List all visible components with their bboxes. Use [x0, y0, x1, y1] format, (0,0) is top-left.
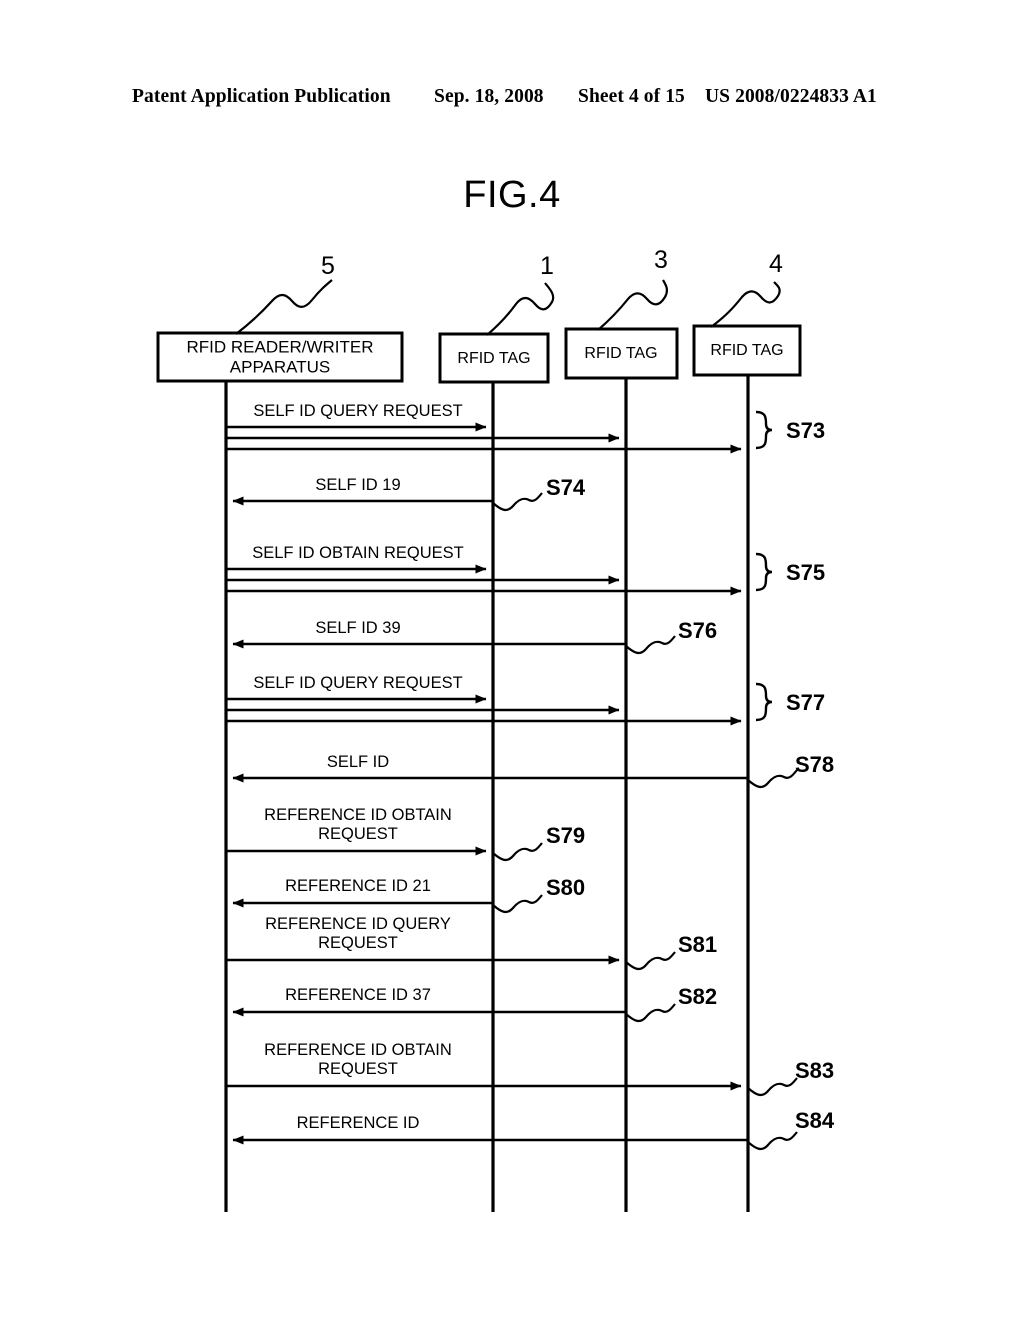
leader-squiggle-s80: [492, 894, 543, 914]
message-s74: SELF ID 19 S74: [232, 475, 586, 512]
message-label-s73: SELF ID QUERY REQUEST: [253, 402, 462, 420]
brace-s73: [755, 410, 773, 450]
ref-num-1-text: 1: [540, 252, 554, 280]
reference-numeral-4: 4: [710, 250, 783, 328]
leader-squiggle-s81: [625, 951, 676, 971]
step-label-s79: S79: [546, 823, 585, 848]
message-s77: SELF ID QUERY REQUEST S77: [226, 674, 825, 726]
message-s76: SELF ID 39 S76: [232, 618, 717, 655]
message-label-s77: SELF ID QUERY REQUEST: [253, 674, 462, 692]
leader-squiggle-s83: [747, 1077, 798, 1097]
leader-squiggle-s84: [747, 1131, 798, 1151]
message-label-s79-line1: REFERENCE ID OBTAIN: [264, 806, 452, 824]
participant-box-reader: RFID READER/WRITER APPARATUS: [156, 331, 404, 383]
step-label-s74: S74: [546, 475, 586, 500]
step-label-s77: S77: [786, 690, 825, 715]
leader-squiggle-s78: [747, 769, 798, 789]
participant-label-reader-line2: APPARATUS: [230, 357, 330, 376]
message-label-s83-line1: REFERENCE ID OBTAIN: [264, 1041, 452, 1059]
step-label-s80: S80: [546, 875, 585, 900]
message-s79: REFERENCE ID OBTAIN REQUEST S79: [226, 806, 585, 862]
step-label-s76: S76: [678, 618, 717, 643]
message-label-s81-line2: REQUEST: [318, 934, 398, 952]
message-label-s83-line2: REQUEST: [318, 1060, 398, 1078]
step-label-s73: S73: [786, 418, 825, 443]
reference-numeral-3: 3: [597, 246, 669, 331]
message-s84: REFERENCE ID S84: [232, 1108, 835, 1151]
message-label-s78: SELF ID: [327, 753, 389, 771]
brace-s75: [755, 552, 773, 592]
message-label-s76: SELF ID 39: [315, 619, 400, 637]
step-label-s78: S78: [795, 752, 834, 777]
leader-squiggle-s82: [625, 1003, 676, 1023]
step-label-s84: S84: [795, 1108, 835, 1133]
participant-label-tag3: RFID TAG: [584, 345, 657, 362]
reference-numeral-1: 1: [486, 252, 555, 336]
ref-num-3-text: 3: [654, 246, 668, 274]
message-label-s74: SELF ID 19: [315, 476, 400, 494]
ref-num-4-text: 4: [769, 250, 783, 278]
message-label-s75: SELF ID OBTAIN REQUEST: [252, 544, 463, 562]
brace-s77: [755, 682, 773, 722]
message-s75: SELF ID OBTAIN REQUEST S75: [226, 544, 825, 596]
message-s81: REFERENCE ID QUERY REQUEST S81: [226, 915, 717, 971]
participant-box-tag4: RFID TAG: [692, 324, 802, 377]
step-label-s75: S75: [786, 560, 825, 585]
message-s80: REFERENCE ID 21 S80: [232, 875, 585, 914]
step-label-s82: S82: [678, 984, 717, 1009]
message-s83: REFERENCE ID OBTAIN REQUEST S83: [226, 1041, 834, 1097]
leader-squiggle-s74: [492, 492, 543, 512]
participant-box-tag1: RFID TAG: [438, 332, 550, 384]
message-label-s80: REFERENCE ID 21: [285, 877, 431, 895]
message-label-s84: REFERENCE ID: [297, 1114, 420, 1132]
message-label-s81-line1: REFERENCE ID QUERY: [265, 915, 451, 933]
step-label-s83: S83: [795, 1058, 834, 1083]
message-s82: REFERENCE ID 37 S82: [232, 984, 717, 1023]
sequence-diagram: 5 1 3 4 RFID READER/WRITER APPARATUS RFI…: [0, 0, 1024, 1320]
message-s78: SELF ID S78: [232, 752, 834, 789]
reference-numeral-5: 5: [235, 252, 335, 335]
participant-label-tag4: RFID TAG: [710, 342, 783, 359]
ref-num-5-text: 5: [321, 252, 335, 280]
participant-label-reader-line1: RFID READER/WRITER: [187, 337, 374, 356]
leader-squiggle-s76: [625, 635, 676, 655]
leader-squiggle-s79: [492, 842, 543, 862]
message-s73: SELF ID QUERY REQUEST S73: [226, 402, 825, 454]
participant-box-tag3: RFID TAG: [564, 327, 679, 380]
step-label-s81: S81: [678, 932, 717, 957]
message-label-s82: REFERENCE ID 37: [285, 986, 431, 1004]
message-label-s79-line2: REQUEST: [318, 825, 398, 843]
participant-label-tag1: RFID TAG: [457, 350, 530, 367]
